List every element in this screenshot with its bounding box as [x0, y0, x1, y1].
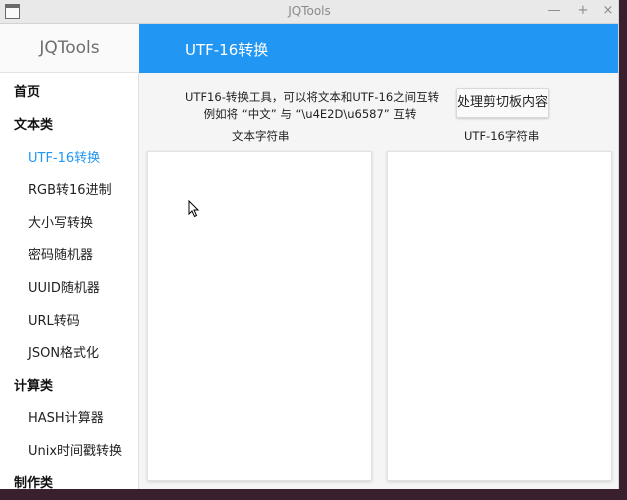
utf16-column-label: UTF-16字符串: [464, 129, 540, 143]
utf16-string-input[interactable]: [387, 151, 612, 481]
main-content: UTF16-转换工具，可以将文本和UTF-16之间互转 例如将 “中文” 与 “…: [139, 73, 618, 489]
description-line-2: 例如将 “中文” 与 “\u4E2D\u6587” 互转: [203, 107, 417, 121]
page-header: UTF-16转换: [139, 24, 618, 73]
sidebar-item-unix-time[interactable]: Unix时间戳转换: [28, 440, 122, 459]
mouse-cursor-icon: [188, 200, 200, 218]
sidebar-item-uuid[interactable]: UUID随机器: [28, 277, 100, 296]
process-clipboard-button[interactable]: 处理剪切板内容: [456, 88, 549, 118]
description-line-1: UTF16-转换工具，可以将文本和UTF-16之间互转: [185, 90, 440, 104]
sidebar-category-calc[interactable]: 计算类: [14, 375, 53, 394]
minimize-icon[interactable]: —: [545, 2, 563, 20]
title-bar: JQTools — + ×: [0, 0, 618, 24]
sidebar-item-hash[interactable]: HASH计算器: [28, 407, 104, 426]
maximize-icon[interactable]: +: [574, 2, 592, 20]
text-column-label: 文本字符串: [232, 129, 290, 143]
sidebar-item-url[interactable]: URL转码: [28, 310, 80, 329]
sidebar-category-home[interactable]: 首页: [14, 81, 40, 100]
sidebar-item-rgb-hex[interactable]: RGB转16进制: [28, 179, 112, 198]
sidebar-category-make[interactable]: 制作类: [14, 472, 53, 489]
sidebar-item-utf16[interactable]: UTF-16转换: [28, 147, 100, 166]
sidebar-item-json[interactable]: JSON格式化: [28, 342, 99, 361]
page-title: UTF-16转换: [185, 41, 269, 59]
window-title: JQTools: [288, 4, 331, 18]
sidebar-item-password[interactable]: 密码随机器: [28, 244, 93, 263]
sidebar-category-text[interactable]: 文本类: [14, 114, 53, 133]
sidebar-item-case-convert[interactable]: 大小写转换: [28, 212, 93, 231]
sidebar: 首页 文本类 UTF-16转换 RGB转16进制 大小写转换 密码随机器 UUI…: [0, 73, 139, 489]
text-string-input[interactable]: [147, 151, 372, 481]
app-brand: JQTools: [0, 24, 139, 73]
close-icon[interactable]: ×: [599, 2, 617, 20]
app-window: JQTools — + × JQTools UTF-16转换 首页 文本类 UT…: [0, 0, 619, 489]
